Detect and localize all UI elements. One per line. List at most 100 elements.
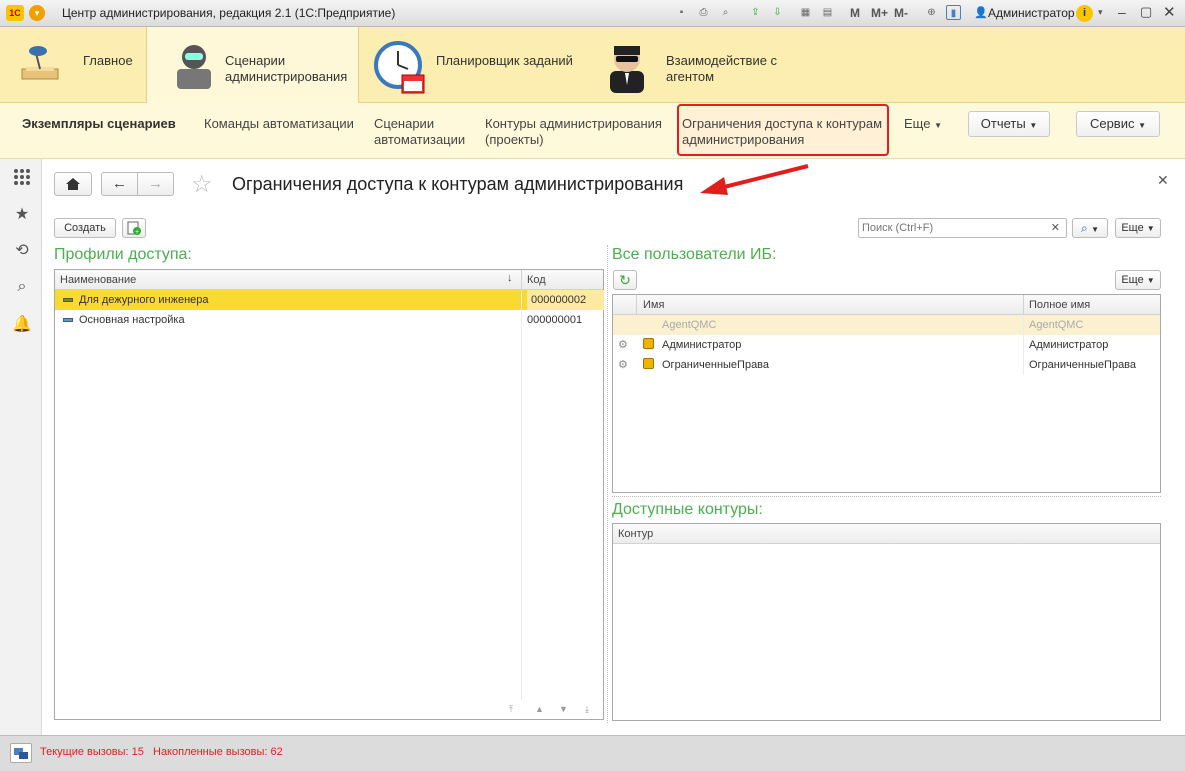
- scroll-up-icon[interactable]: ▲: [535, 704, 544, 714]
- memory-minus-button[interactable]: M-: [894, 6, 908, 20]
- forward-button[interactable]: →: [137, 172, 174, 196]
- sections-panel: Главное Сценарии администрирования Плани…: [0, 27, 1185, 103]
- users-more-button[interactable]: Еще ▼: [1115, 270, 1161, 290]
- table-row[interactable]: ⚙ ОграниченныеПрава ОграниченныеПрава: [613, 355, 1160, 375]
- section-agent[interactable]: Взаимодействие с агентом: [590, 27, 810, 103]
- nav-automation-commands[interactable]: Команды автоматизации: [204, 116, 354, 132]
- gears-icon: ⚙: [618, 339, 628, 351]
- zoom-icon[interactable]: ⊕: [924, 5, 939, 20]
- panel-splitter[interactable]: [607, 245, 608, 723]
- calendar-icon[interactable]: ▤: [820, 5, 835, 20]
- search-input[interactable]: [859, 219, 1043, 237]
- chevron-down-icon: ▼: [934, 121, 942, 130]
- users-more-label: Еще: [1121, 274, 1144, 286]
- users-table-header: Имя Полное имя: [613, 295, 1160, 315]
- search-button[interactable]: ⌕ ▼: [1072, 218, 1108, 238]
- profile-name: Для дежурного инженера: [79, 294, 209, 306]
- column-full-name[interactable]: Полное имя: [1029, 299, 1090, 311]
- profiles-table[interactable]: Наименование ↓ Код Для дежурного инженер…: [54, 269, 604, 720]
- column-name[interactable]: Наименование: [60, 274, 136, 286]
- arrow-left-icon: ←: [112, 175, 127, 192]
- save-icon[interactable]: ▪: [674, 5, 689, 20]
- current-calls: Текущие вызовы: 15: [40, 746, 144, 758]
- column-code[interactable]: Код: [527, 274, 546, 286]
- section-scheduler[interactable]: Планировщик заданий: [360, 27, 590, 103]
- column-contour[interactable]: Контур: [618, 528, 653, 540]
- nav-scenario-instances[interactable]: Экземпляры сценариев: [22, 116, 176, 132]
- print-icon[interactable]: ⎙: [696, 5, 711, 20]
- maximize-icon[interactable]: ▢: [1140, 4, 1152, 20]
- server-calls-icon[interactable]: [10, 743, 32, 763]
- reports-button[interactable]: Отчеты ▼: [968, 111, 1050, 137]
- gears-icon: ⚙: [618, 359, 628, 371]
- user-name: AgentQMC: [662, 319, 717, 331]
- search-icon[interactable]: ⌕: [12, 277, 32, 297]
- status-bar: Текущие вызовы: 15 Накопленные вызовы: 6…: [0, 735, 1185, 771]
- profiles-table-header: Наименование ↓ Код: [55, 270, 603, 290]
- section-admin-scenarios[interactable]: Сценарии администрирования: [146, 27, 359, 103]
- copy-button[interactable]: +: [122, 218, 146, 238]
- scroll-down-icon[interactable]: ▼: [559, 704, 568, 714]
- users-table[interactable]: Имя Полное имя AgentQMC AgentQMC ⚙ Админ…: [612, 294, 1161, 493]
- table-row[interactable]: AgentQMC AgentQMC: [613, 315, 1160, 335]
- annotation-arrow: [700, 164, 809, 195]
- section-main[interactable]: Главное: [0, 27, 146, 103]
- catalog-item-icon: [63, 298, 73, 302]
- download-icon[interactable]: ⇩: [770, 5, 785, 20]
- service-label: Сервис: [1089, 116, 1135, 131]
- contours-table[interactable]: Контур: [612, 523, 1161, 721]
- desk-lamp-icon: [18, 43, 64, 85]
- favorite-star-icon[interactable]: ☆: [191, 170, 213, 199]
- apps-grid-icon[interactable]: [12, 167, 32, 187]
- section-agent-label: Взаимодействие с агентом: [666, 53, 778, 84]
- sort-arrow-icon: ↓: [507, 272, 513, 284]
- preview-icon[interactable]: ⌕: [718, 5, 733, 20]
- calculator-icon[interactable]: ▦: [798, 5, 813, 20]
- app-logo-icon[interactable]: 1C: [6, 5, 24, 21]
- main-menu-icon[interactable]: ▾: [29, 5, 45, 21]
- close-window-icon[interactable]: ✕: [1163, 3, 1176, 21]
- profiles-column-divider: [521, 290, 522, 700]
- info-dropdown-icon[interactable]: ▾: [1098, 7, 1103, 18]
- nav-admin-contours[interactable]: Контуры администрирования (проекты): [485, 116, 675, 148]
- nav-automation-scenarios[interactable]: Сценарии автоматизации: [374, 116, 474, 148]
- nav-access-restrictions[interactable]: Ограничения доступа к контурам администр…: [682, 116, 887, 148]
- magnifier-icon: ⌕: [1081, 221, 1088, 235]
- minimize-icon[interactable]: –: [1118, 4, 1126, 20]
- user-icon: 👤: [974, 7, 988, 19]
- memory-button[interactable]: M: [850, 6, 860, 20]
- accumulated-calls: Накопленные вызовы: 62: [153, 746, 283, 758]
- horizontal-splitter[interactable]: [612, 496, 1161, 497]
- svg-text:+: +: [135, 229, 139, 235]
- panels-icon[interactable]: ▮: [946, 5, 961, 20]
- upload-icon[interactable]: ⇪: [748, 5, 763, 20]
- clear-search-icon[interactable]: ✕: [1051, 221, 1060, 234]
- history-icon[interactable]: ⟲: [12, 241, 32, 261]
- scroll-bottom-icon[interactable]: ⤓: [585, 704, 589, 715]
- window-title: Центр администрирования, редакция 2.1 (1…: [62, 6, 396, 20]
- scroll-top-icon[interactable]: ⤒: [509, 704, 513, 715]
- copy-add-icon: +: [127, 221, 141, 236]
- nav-more-button[interactable]: Еще ▼: [904, 116, 942, 134]
- agent-icon: [604, 39, 650, 93]
- more-button[interactable]: Еще ▼: [1115, 218, 1161, 238]
- memory-plus-button[interactable]: M+: [871, 6, 888, 20]
- scroll-controls: ⤒ ▲ ▼ ⤓: [507, 702, 603, 720]
- favorites-star-icon[interactable]: ★: [12, 205, 32, 225]
- lock-icon: [643, 358, 654, 369]
- back-button[interactable]: ←: [101, 172, 138, 196]
- nav-more-label: Еще: [904, 116, 931, 131]
- refresh-button[interactable]: ↻: [613, 270, 637, 290]
- home-icon: [66, 178, 80, 190]
- column-user-name[interactable]: Имя: [643, 299, 664, 311]
- home-button[interactable]: [54, 172, 92, 196]
- info-icon[interactable]: i: [1076, 5, 1093, 22]
- table-row[interactable]: ⚙ Администратор Администратор: [613, 335, 1160, 355]
- notifications-bell-icon[interactable]: 🔔: [12, 315, 32, 335]
- close-form-icon[interactable]: ✕: [1157, 172, 1169, 189]
- create-button[interactable]: Создать: [54, 218, 116, 238]
- service-button[interactable]: Сервис ▼: [1076, 111, 1160, 137]
- current-user[interactable]: Администратор: [988, 6, 1075, 20]
- chevron-down-icon: ▼: [1091, 225, 1099, 234]
- user-name: Администратор: [662, 339, 742, 351]
